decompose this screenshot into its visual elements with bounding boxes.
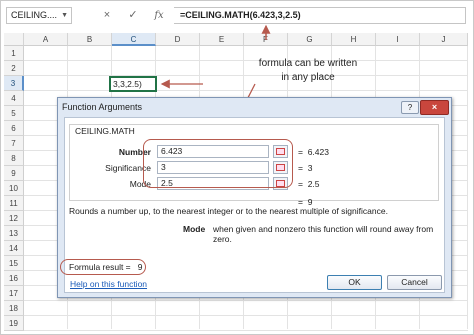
ok-button[interactable]: OK — [327, 275, 382, 290]
arg-label-mode: Mode — [129, 179, 151, 189]
function-description: Rounds a number up, to the nearest integ… — [69, 206, 388, 216]
function-name: CEILING.MATH — [73, 126, 137, 136]
arg-result-number: = 6.423 — [298, 147, 329, 157]
help-link[interactable]: Help on this function — [70, 279, 147, 289]
formula-note-line2: in any place — [281, 72, 335, 83]
cancel-button[interactable]: Cancel — [387, 275, 442, 290]
help-button[interactable]: ? — [401, 101, 419, 114]
arg-label-number: Number — [118, 147, 151, 157]
result-highlight — [60, 259, 146, 275]
arg-result-mode: = 2.5 — [298, 179, 320, 189]
arg-label-significance: Significance — [105, 163, 151, 173]
formula-note-line1: formula can be written — [258, 58, 358, 69]
dialog-title: Function Arguments — [62, 102, 143, 112]
arguments-highlight — [143, 139, 293, 188]
arg-result-significance: = 3 — [298, 163, 313, 173]
param-description: when given and nonzero this function wil… — [213, 224, 434, 244]
param-name: Mode — [183, 224, 206, 234]
close-button[interactable]: × — [420, 100, 449, 115]
